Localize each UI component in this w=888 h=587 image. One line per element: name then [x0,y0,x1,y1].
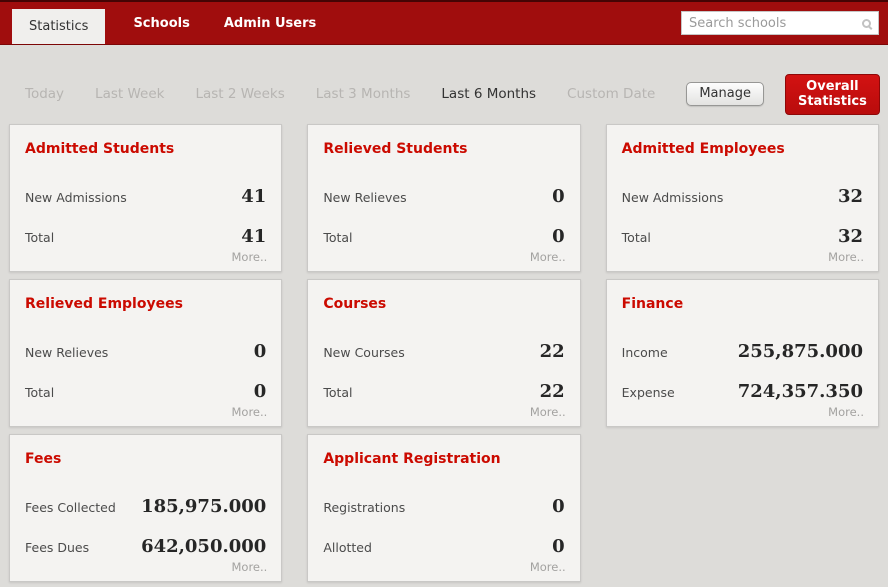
stat-label: Total [25,230,54,245]
stat-row: Allotted 0 [323,536,564,557]
stat-label: New Relieves [25,345,108,360]
stat-value: 724,357.350 [738,381,863,402]
stat-row: Total 32 [622,226,863,247]
filter-custom-date[interactable]: Custom Date [567,86,655,102]
stat-row: New Admissions 41 [25,186,266,207]
stat-label: Allotted [323,540,372,555]
search-input[interactable] [689,16,862,31]
stat-row: Total 0 [25,381,266,402]
card-title: Admitted Employees [622,141,863,157]
stat-label: Total [323,385,352,400]
card-fees: Fees Fees Collected 185,975.000 Fees Due… [9,434,282,582]
stat-row: Total 0 [323,226,564,247]
more-link[interactable]: More.. [530,405,566,419]
stat-row: Registrations 0 [323,496,564,517]
stat-label: New Relieves [323,190,406,205]
stat-row: Fees Collected 185,975.000 [25,496,266,517]
stat-label: Total [323,230,352,245]
stat-value: 0 [552,226,565,247]
stat-value: 0 [254,341,267,362]
stat-value: 255,875.000 [738,341,863,362]
stat-value: 0 [552,186,565,207]
stat-row: Expense 724,357.350 [622,381,863,402]
stat-label: Fees Collected [25,500,116,515]
stat-label: New Admissions [622,190,724,205]
stat-value: 22 [540,381,565,402]
stat-label: Expense [622,385,675,400]
filter-last-2-weeks[interactable]: Last 2 Weeks [195,86,284,102]
stat-label: Registrations [323,500,405,515]
card-relieved-students: Relieved Students New Relieves 0 Total 0… [307,124,580,272]
stat-label: New Admissions [25,190,127,205]
filter-today[interactable]: Today [25,86,64,102]
card-relieved-employees: Relieved Employees New Relieves 0 Total … [9,279,282,427]
more-link[interactable]: More.. [232,405,268,419]
stat-row: New Admissions 32 [622,186,863,207]
stat-value: 0 [552,536,565,557]
stat-value: 0 [254,381,267,402]
card-title: Courses [323,296,564,312]
stat-value: 22 [540,341,565,362]
stat-label: Total [25,385,54,400]
stat-label: Total [622,230,651,245]
stat-value: 41 [241,186,266,207]
filter-last-6-months[interactable]: Last 6 Months [441,86,536,102]
card-admitted-students: Admitted Students New Admissions 41 Tota… [9,124,282,272]
stat-row: New Courses 22 [323,341,564,362]
card-title: Finance [622,296,863,312]
card-title: Relieved Students [323,141,564,157]
filter-last-3-months[interactable]: Last 3 Months [316,86,411,102]
search-icon[interactable] [862,19,871,28]
stat-row: Fees Dues 642,050.000 [25,536,266,557]
tab-statistics-label: Statistics [29,19,88,34]
stat-value: 41 [241,226,266,247]
stat-value: 0 [552,496,565,517]
more-link[interactable]: More.. [530,250,566,264]
search-box [681,11,879,35]
more-link[interactable]: More.. [828,250,864,264]
tab-statistics[interactable]: Statistics [12,9,105,44]
stat-label: Income [622,345,668,360]
more-link[interactable]: More.. [828,405,864,419]
card-applicant-registration: Applicant Registration Registrations 0 A… [307,434,580,582]
stat-value: 32 [838,186,863,207]
stat-value: 32 [838,226,863,247]
stat-row: Income 255,875.000 [622,341,863,362]
filter-last-week[interactable]: Last Week [95,86,164,102]
stat-row: Total 22 [323,381,564,402]
stat-row: New Relieves 0 [323,186,564,207]
stat-value: 185,975.000 [141,496,266,517]
card-title: Admitted Students [25,141,266,157]
more-link[interactable]: More.. [232,250,268,264]
cards-grid: Admitted Students New Admissions 41 Tota… [0,124,888,582]
stat-value: 642,050.000 [141,536,266,557]
card-title: Applicant Registration [323,451,564,467]
tab-admin-users[interactable]: Admin Users [224,16,316,31]
filter-bar: Today Last Week Last 2 Weeks Last 3 Mont… [0,81,888,107]
manage-button[interactable]: Manage [686,82,764,106]
card-admitted-employees: Admitted Employees New Admissions 32 Tot… [606,124,879,272]
stat-row: Total 41 [25,226,266,247]
card-courses: Courses New Courses 22 Total 22 More.. [307,279,580,427]
tab-schools[interactable]: Schools [133,16,189,31]
stat-label: New Courses [323,345,404,360]
more-link[interactable]: More.. [232,560,268,574]
more-link[interactable]: More.. [530,560,566,574]
overall-statistics-button[interactable]: Overall Statistics [785,74,880,115]
stat-row: New Relieves 0 [25,341,266,362]
stat-label: Fees Dues [25,540,89,555]
top-nav: Statistics Schools Admin Users [0,0,888,45]
card-finance: Finance Income 255,875.000 Expense 724,3… [606,279,879,427]
card-title: Fees [25,451,266,467]
card-title: Relieved Employees [25,296,266,312]
